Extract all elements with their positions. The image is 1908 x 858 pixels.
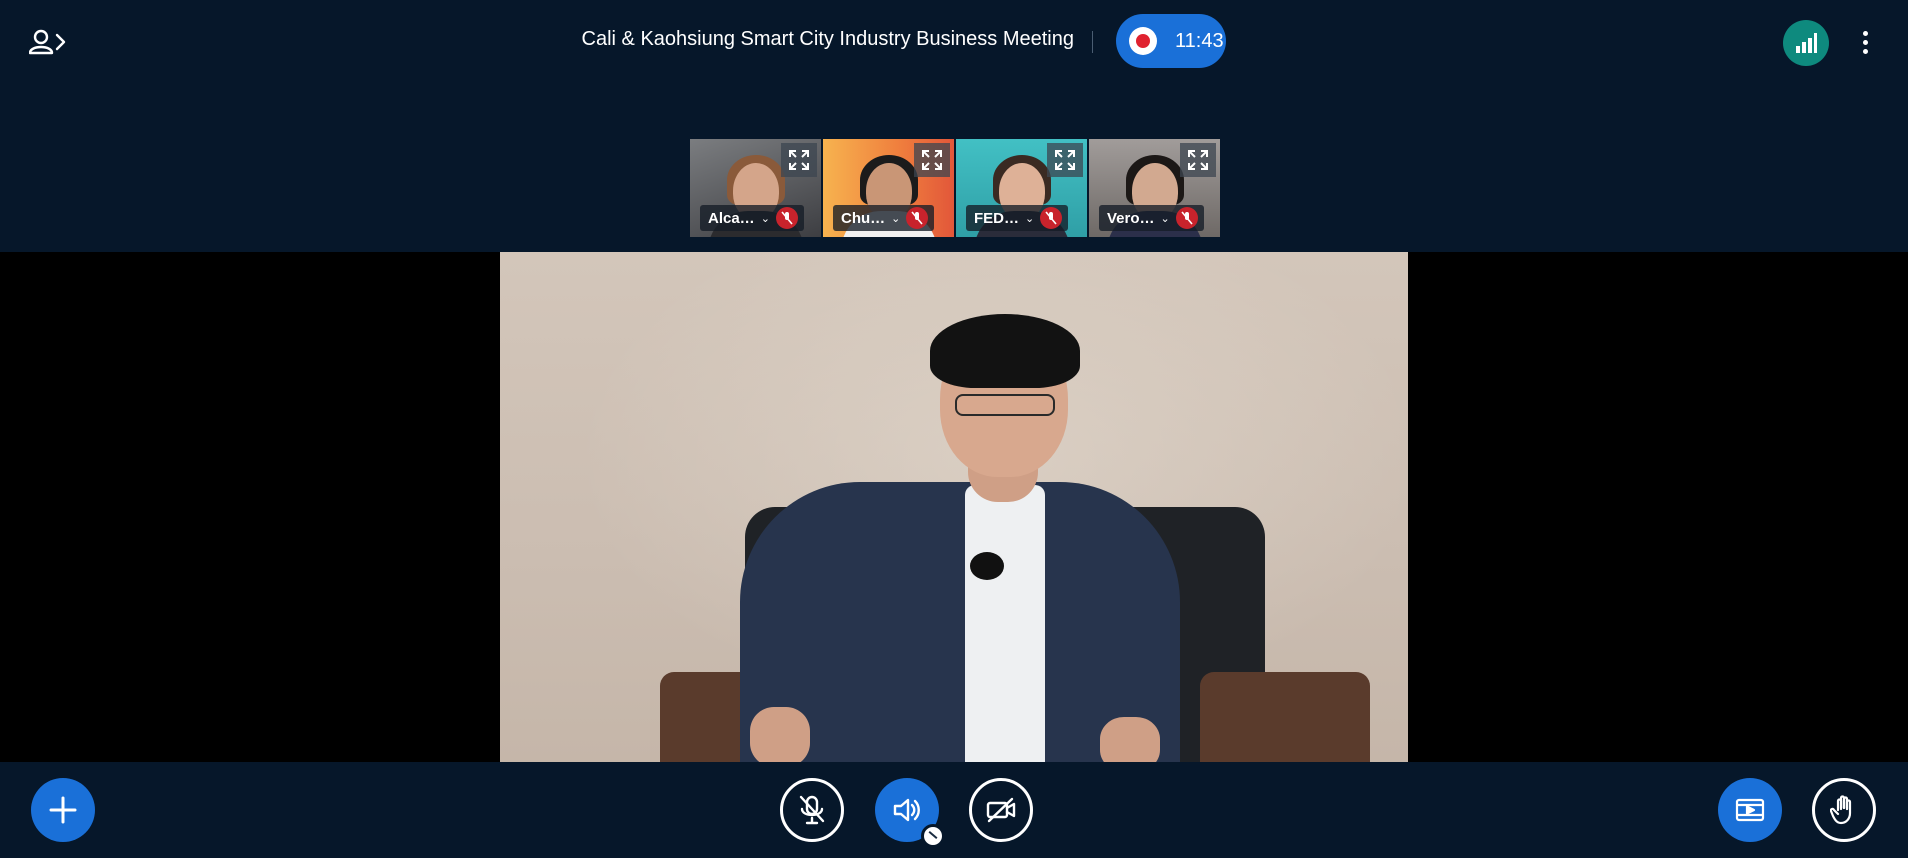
participant-thumbnail[interactable]: Vero… ⌄: [1089, 139, 1220, 237]
expand-icon: [1188, 150, 1208, 170]
presentation-icon: [1735, 798, 1765, 822]
expand-video-button[interactable]: [914, 143, 950, 177]
participant-name-tag: Chu… ⌄: [833, 205, 935, 231]
bottom-toolbar: [0, 762, 1908, 858]
audio-status-badge: [921, 824, 945, 848]
presentation-button[interactable]: [1718, 778, 1782, 842]
participant-name-tag: Vero… ⌄: [1099, 205, 1204, 231]
participant-name-tag: FED… ⌄: [966, 205, 1069, 231]
recording-timer: 11:43: [1175, 29, 1224, 52]
top-bar: Cali & Kaohsiung Smart City Industry Bus…: [0, 0, 1908, 84]
title-divider: [1092, 31, 1093, 53]
user-list-toggle-button[interactable]: [24, 22, 72, 62]
chevron-down-icon[interactable]: ⌄: [761, 212, 770, 225]
actions-button[interactable]: [31, 778, 95, 842]
meeting-title: Cali & Kaohsiung Smart City Industry Bus…: [581, 28, 1074, 50]
connection-status-button[interactable]: [1783, 20, 1829, 66]
glasses: [955, 394, 1055, 416]
mic-muted-icon: [1175, 207, 1198, 229]
participant-name: Alca…: [708, 209, 755, 227]
chevron-down-icon[interactable]: ⌄: [891, 212, 900, 225]
mute-microphone-button[interactable]: [780, 778, 844, 842]
video-stage: [0, 252, 1908, 762]
speaker-icon: [893, 798, 920, 822]
participant-name: Vero…: [1107, 209, 1155, 227]
recording-button[interactable]: 11:43: [1116, 14, 1226, 68]
mic-muted-icon: [799, 795, 825, 825]
more-vertical-icon: [1862, 30, 1868, 36]
share-camera-button[interactable]: [969, 778, 1033, 842]
expand-video-button[interactable]: [1047, 143, 1083, 177]
expand-video-button[interactable]: [1180, 143, 1216, 177]
mic-muted-icon: [775, 207, 798, 229]
participant-thumbnails: Alca… ⌄ Chu… ⌄ FED… ⌄ Vero… ⌄: [690, 139, 1220, 237]
expand-icon: [1055, 150, 1075, 170]
participant-thumbnail[interactable]: Alca… ⌄: [690, 139, 821, 237]
options-menu-button[interactable]: [1850, 22, 1880, 62]
expand-video-button[interactable]: [781, 143, 817, 177]
mic-muted-icon: [1040, 207, 1063, 229]
audio-button[interactable]: [875, 778, 945, 848]
raise-hand-button[interactable]: [1812, 778, 1876, 842]
participant-thumbnail[interactable]: Chu… ⌄: [823, 139, 954, 237]
participant-name-tag: Alca… ⌄: [700, 205, 804, 231]
hand-icon: [1830, 795, 1852, 825]
expand-icon: [789, 150, 809, 170]
lapel-microphone: [970, 552, 1004, 580]
mic-muted-icon: [906, 207, 929, 229]
main-speaker-video[interactable]: [500, 252, 1408, 762]
camera-off-icon: [986, 797, 1016, 823]
record-icon: [1129, 27, 1157, 55]
expand-icon: [922, 150, 942, 170]
chevron-down-icon[interactable]: ⌄: [1161, 212, 1170, 225]
participant-thumbnail[interactable]: FED… ⌄: [956, 139, 1087, 237]
chevron-down-icon[interactable]: ⌄: [1025, 212, 1034, 225]
participant-name: Chu…: [841, 209, 886, 227]
participant-name: FED…: [974, 209, 1019, 227]
user-list-toggle-icon: [29, 29, 66, 55]
signal-bars-icon: [1796, 33, 1817, 53]
plus-icon: [49, 796, 77, 824]
